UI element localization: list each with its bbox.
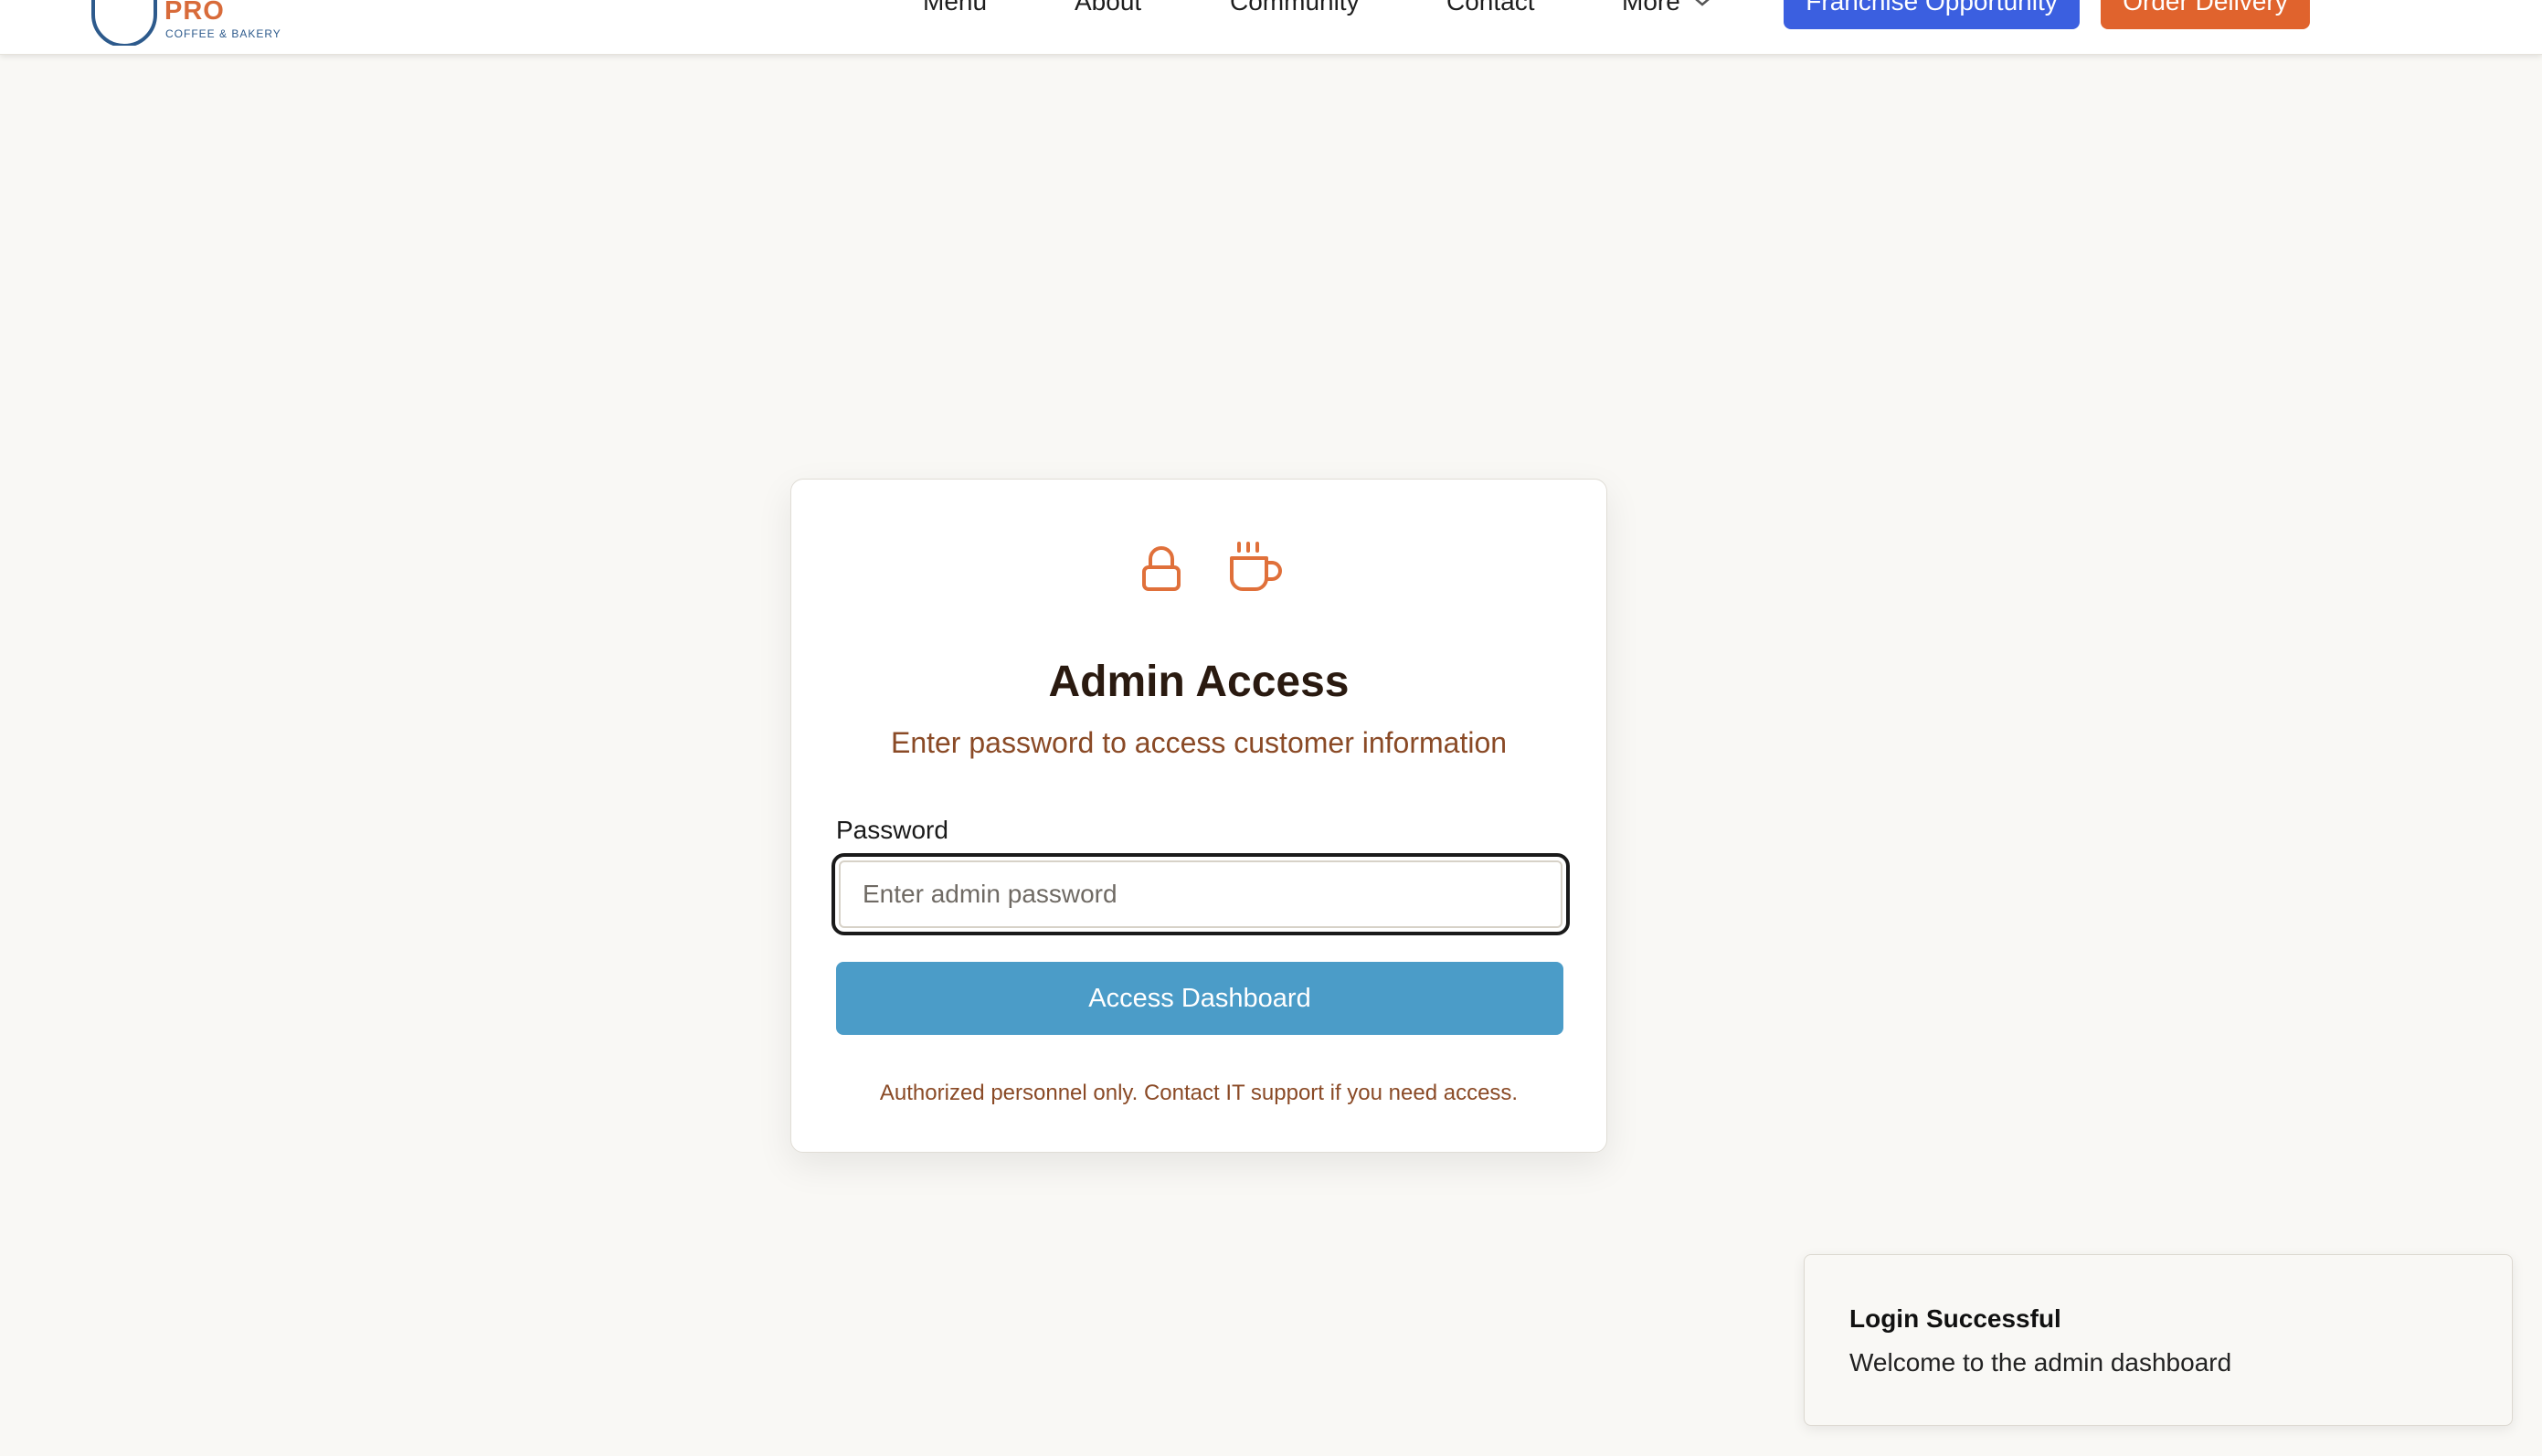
nav-about[interactable]: About xyxy=(1075,0,1141,16)
logo-cup-icon xyxy=(91,0,157,46)
lock-icon xyxy=(1142,546,1181,591)
toast-title: Login Successful xyxy=(1849,1304,2061,1333)
site-header: PRO COFFEE & BAKERY Menu About Community… xyxy=(0,0,2542,55)
nav-menu[interactable]: Menu xyxy=(923,0,987,16)
franchise-opportunity-button[interactable]: Franchise Opportunity xyxy=(1784,0,2080,29)
password-input[interactable] xyxy=(831,853,1570,935)
toast-message: Welcome to the admin dashboard xyxy=(1849,1348,2232,1377)
page-title: Admin Access xyxy=(1048,658,1350,706)
authorized-note: Authorized personnel only. Contact IT su… xyxy=(879,1081,1519,1105)
page-subtitle: Enter password to access customer inform… xyxy=(890,726,1508,759)
logo-tagline: COFFEE & BAKERY xyxy=(165,27,281,40)
nav-community[interactable]: Community xyxy=(1230,0,1360,16)
nav-contact[interactable]: Contact xyxy=(1446,0,1535,16)
logo-brand: PRO xyxy=(164,0,225,26)
password-label: Password xyxy=(836,816,948,844)
admin-login-card: Admin Access Enter password to access cu… xyxy=(790,479,1607,1153)
coffee-cup-icon xyxy=(1230,542,1282,591)
order-delivery-button[interactable]: Order Delivery xyxy=(2101,0,2310,29)
nav-more[interactable]: More xyxy=(1622,0,1680,16)
access-dashboard-button[interactable]: Access Dashboard xyxy=(836,962,1563,1035)
login-toast: Login Successful Welcome to the admin da… xyxy=(1804,1254,2513,1426)
logo[interactable]: PRO COFFEE & BAKERY xyxy=(90,0,291,46)
chevron-down-icon[interactable] xyxy=(1693,0,1711,7)
